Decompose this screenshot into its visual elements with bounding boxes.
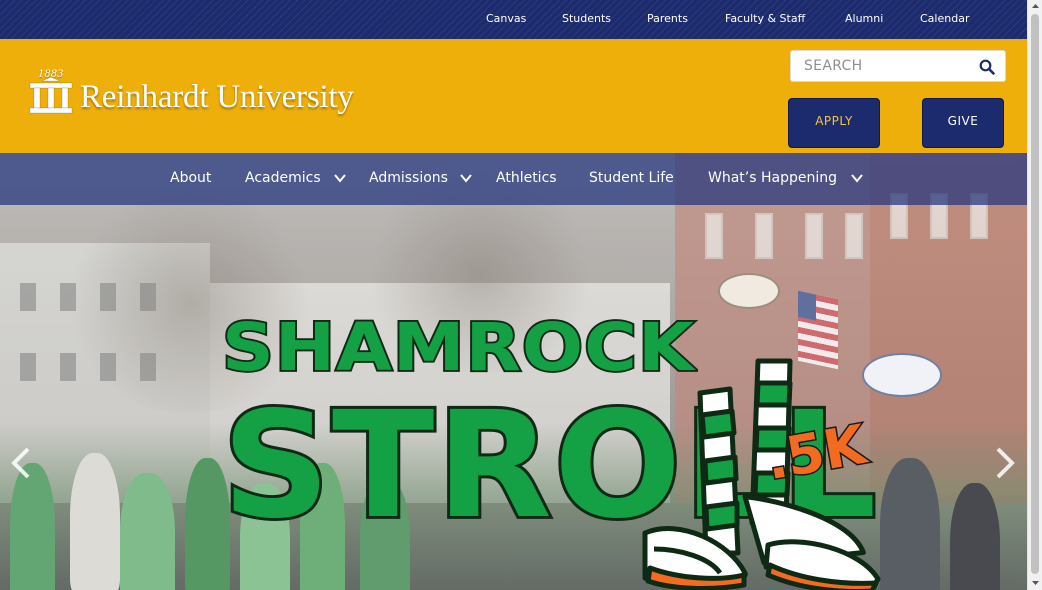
chevron-left-icon[interactable] [6,443,36,483]
logo-wordmark: Reinhardt University [80,79,354,115]
nav-admissions[interactable]: Admissions [369,170,448,186]
scrollbar-thumb[interactable] [1031,14,1039,574]
search-icon[interactable] [979,59,995,75]
search-input[interactable] [791,51,967,81]
nav-academics[interactable]: Academics [245,170,321,186]
utility-link-canvas[interactable]: Canvas [486,12,526,25]
nav-student-life[interactable]: Student Life [589,170,674,186]
apply-button[interactable]: APPLY [788,98,880,148]
utility-link-faculty-staff[interactable]: Faculty & Staff [725,12,805,25]
logo-year: 1883 [38,69,64,80]
utility-link-students[interactable]: Students [562,12,611,25]
page-scrollbar[interactable] [1027,0,1042,590]
chevron-down-icon[interactable] [460,172,472,184]
nav-whats-happening[interactable]: What’s Happening [708,170,837,186]
scroll-up-icon[interactable] [1031,2,1040,11]
utility-link-parents[interactable]: Parents [647,12,688,25]
main-nav: About Academics Admissions Athletics Stu… [0,153,1027,205]
utility-link-alumni[interactable]: Alumni [845,12,883,25]
search-box [790,50,1006,82]
hero-banner: SHAMROCK STROLL .5K [0,153,1027,590]
utility-bar: Canvas Students Parents Faculty & Staff … [0,0,1027,39]
site-header: 1883 Reinhardt University APPLY GIVE [0,39,1027,153]
utility-link-calendar[interactable]: Calendar [920,12,969,25]
chevron-down-icon[interactable] [334,172,346,184]
shamrock-title: SHAMROCK [220,307,696,388]
scroll-down-icon[interactable] [1031,578,1040,587]
university-logo[interactable]: 1883 Reinhardt University [26,69,396,129]
give-button[interactable]: GIVE [922,98,1004,148]
nav-about[interactable]: About [170,170,211,186]
columns-logo-icon [29,77,73,114]
nav-athletics[interactable]: Athletics [496,170,557,186]
chevron-down-icon[interactable] [851,172,863,184]
chevron-right-icon[interactable] [990,443,1020,483]
